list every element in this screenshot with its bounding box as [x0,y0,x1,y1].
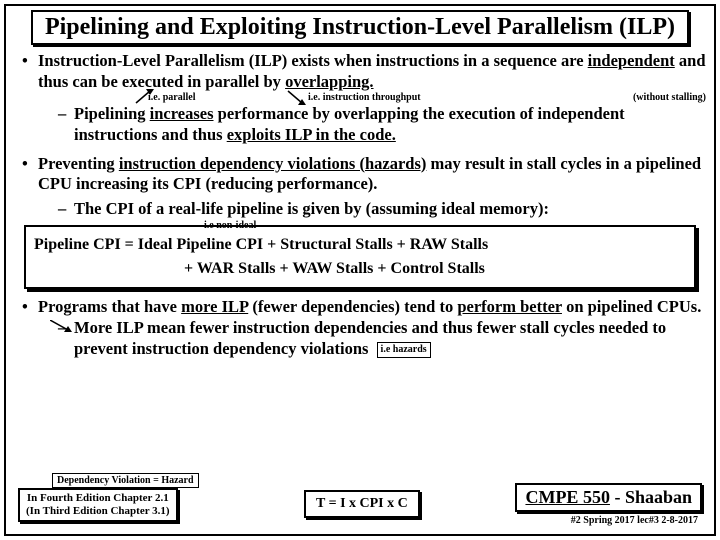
formula-line1: Pipeline CPI = Ideal Pipeline CPI + Stru… [34,233,686,257]
footer: In Fourth Edition Chapter 2.1 (In Third … [14,472,706,528]
footer-left-l2: (In Third Edition Chapter 3.1) [26,505,170,518]
bullet-1-sub: Pipelining increases performance by over… [56,104,706,145]
title-box: Pipelining and Exploiting Instruction-Le… [31,10,688,45]
b1-u1: independent [588,51,675,70]
b3-u2: perform better [457,297,562,316]
bullet-3-sub: More ILP mean fewer instruction dependen… [56,318,706,359]
bullet-2: Preventing instruction dependency violat… [20,154,706,220]
b1-u2: overlapping. [285,72,373,91]
b1-text-a: Instruction-Level Parallelism (ILP) exis… [38,51,588,70]
footer-left-box: In Fourth Edition Chapter 2.1 (In Third … [18,488,178,522]
footer-right-box: CMPE 550 - Shaaban [515,483,702,512]
bullet-2-sub: The CPI of a real-life pipeline is given… [56,199,706,220]
formula-box: Pipeline CPI = Ideal Pipeline CPI + Stru… [24,225,696,289]
ann-nonideal: i.e non-ideal [204,220,256,233]
b1s-u: increases [150,104,214,123]
formula-line2: + WAR Stalls + WAW Stalls + Control Stal… [34,257,686,281]
ann-stalling: (without stalling) [633,92,706,105]
b3-b: (fewer dependencies) tend to [248,297,457,316]
b2-sub1: The CPI of a real-life pipeline is given… [74,199,549,218]
ann-throughput: i.e. instruction throughput [308,92,421,105]
slide-frame: Pipelining and Exploiting Instruction-Le… [4,4,716,536]
b2-a: Preventing [38,154,119,173]
bullet-list-2: Programs that have more ILP (fewer depen… [14,297,706,359]
b3-c: on pipelined CPUs. [562,297,701,316]
bullet-1: Instruction-Level Parallelism (ILP) exis… [20,51,706,146]
b1s-a: Pipelining [74,104,150,123]
footer-sub: #2 Spring 2017 lec#3 2-8-2017 [571,515,698,526]
ann-parallel: i.e. parallel [148,92,196,105]
b3-sub1: More ILP mean fewer instruction dependen… [74,318,666,358]
bullet-list: Instruction-Level Parallelism (ILP) exis… [14,51,706,219]
arrow-throughput-icon [286,89,310,105]
b2-u1: instruction dependency violations (hazar… [119,154,427,173]
ann-hazards-box: i.e hazards [377,342,431,359]
slide-title: Pipelining and Exploiting Instruction-Le… [39,14,680,41]
bullet-3: Programs that have more ILP (fewer depen… [20,297,706,359]
footer-right-text: CMPE 550 [525,487,610,507]
arrow-moreilp-icon [50,320,72,334]
b3-u1: more ILP [181,297,248,316]
footer-mid-box: T = I x CPI x C [304,490,420,518]
footer-left-l1: In Fourth Edition Chapter 2.1 [26,492,170,505]
b1s-u2: exploits ILP in the code. [227,125,396,144]
b3-a: Programs that have [38,297,181,316]
